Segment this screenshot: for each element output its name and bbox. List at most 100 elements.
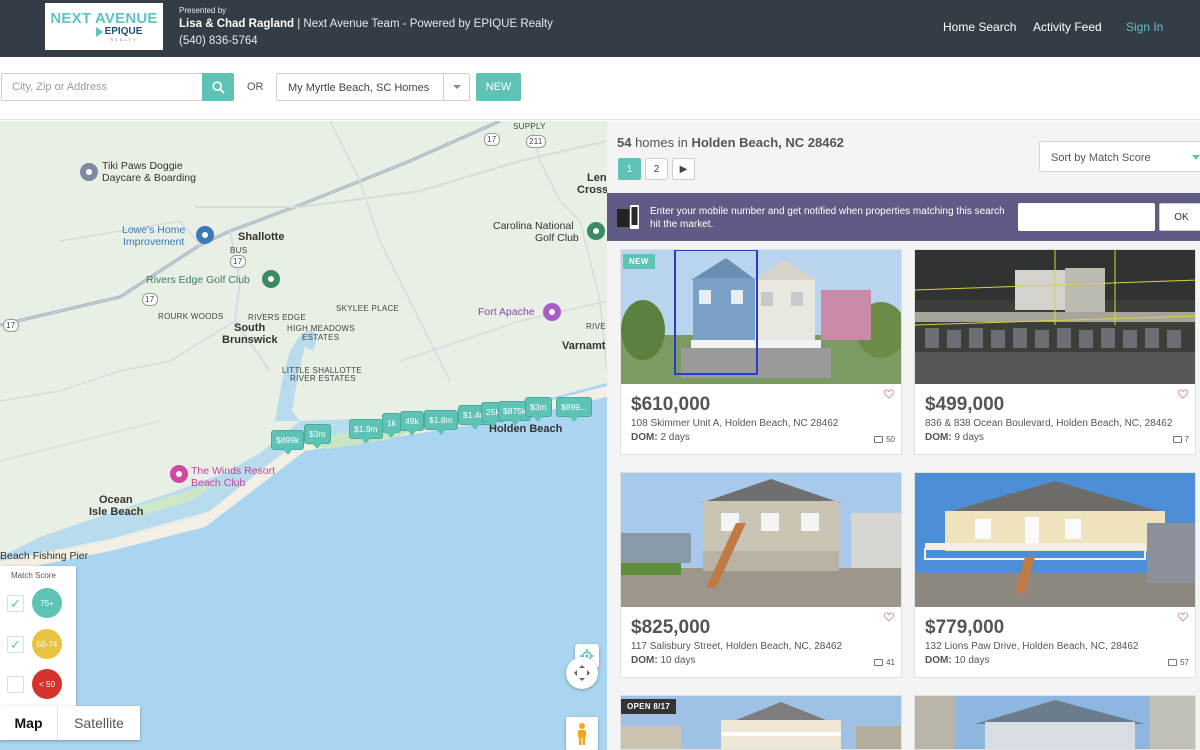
- price-pin[interactable]: 1k: [382, 413, 401, 438]
- house-photo: [915, 696, 1195, 749]
- listing-card[interactable]: [914, 695, 1196, 750]
- map-type-satellite[interactable]: Satellite: [57, 706, 140, 740]
- house-photo: [621, 473, 901, 607]
- route-shield: 17: [142, 293, 158, 306]
- listing-photo[interactable]: OPEN 8/17: [621, 696, 901, 749]
- legend-row-75[interactable]: ✓ 75+: [7, 588, 71, 618]
- sms-alert-text: Enter your mobile number and get notifie…: [650, 206, 1005, 230]
- map-label: RIVE: [586, 322, 606, 331]
- heart-icon[interactable]: [884, 389, 894, 399]
- map-label: Tiki Paws Doggie: [102, 160, 183, 172]
- nav-home-search[interactable]: Home Search: [943, 20, 1016, 34]
- pegman-icon: [578, 722, 586, 745]
- price-pin[interactable]: $899k: [271, 430, 305, 455]
- saved-search-select[interactable]: My Myrtle Beach, SC Homes: [276, 73, 470, 101]
- map[interactable]: Tiki Paws Doggie Daycare & Boarding Lowe…: [0, 121, 607, 750]
- listing-card[interactable]: NEW $610,000 108 Skimmer Unit A, Holden …: [620, 249, 902, 455]
- price-pin[interactable]: $3m: [304, 424, 331, 449]
- presented-by-label: Presented by: [179, 6, 227, 15]
- map-type-toggle: Map Satellite: [0, 706, 140, 740]
- map-label: Ocean: [99, 494, 133, 506]
- price-pin[interactable]: 49k: [400, 411, 424, 436]
- map-label: Beach Fishing Pier: [0, 550, 89, 562]
- legend-row-50[interactable]: ✓ 50-74: [7, 629, 71, 659]
- map-label: Varnamt: [562, 340, 606, 352]
- poi-pin-icon[interactable]: [80, 163, 98, 181]
- pan-control[interactable]: [566, 657, 598, 689]
- listing-card[interactable]: $825,000 117 Salisbury Street, Holden Be…: [620, 472, 902, 678]
- check-icon[interactable]: ✓: [7, 636, 24, 653]
- page-1-button[interactable]: 1: [618, 158, 641, 180]
- listing-photo[interactable]: [621, 473, 901, 607]
- agent-info: Lisa & Chad Ragland | Next Avenue Team -…: [179, 18, 553, 30]
- match-score-legend: Match Score ✓ 75+ ✓ 50-74 < 50: [0, 566, 76, 706]
- legend-badge: 75+: [32, 588, 62, 618]
- map-label: Holden Beach: [489, 423, 563, 435]
- map-label: Lowe's Home: [122, 224, 186, 236]
- results-panel: 54 homes in Holden Beach, NC 28462 1 2 ▶…: [607, 121, 1200, 750]
- house-photo: [621, 250, 901, 384]
- price-pin[interactable]: $899...: [556, 397, 592, 422]
- page-2-button[interactable]: 2: [645, 158, 668, 180]
- new-search-button[interactable]: NEW: [476, 73, 521, 101]
- search-input[interactable]: [1, 73, 202, 101]
- nav-activity-feed[interactable]: Activity Feed: [1033, 20, 1102, 34]
- listing-photo[interactable]: [915, 473, 1195, 607]
- golf-icon[interactable]: [587, 222, 605, 240]
- heart-icon[interactable]: [884, 612, 894, 622]
- price-pin[interactable]: $1.8m: [424, 410, 458, 435]
- golf-icon[interactable]: [262, 270, 280, 288]
- map-label: Isle Beach: [89, 506, 144, 518]
- map-label: Brunswick: [222, 334, 278, 346]
- listing-photo[interactable]: [915, 696, 1195, 749]
- check-icon[interactable]: ✓: [7, 595, 24, 612]
- heart-icon[interactable]: [1178, 389, 1188, 399]
- agent-phone[interactable]: (540) 836-5764: [179, 35, 258, 47]
- map-label: SUPPLY: [513, 122, 546, 131]
- photo-count: 57: [1168, 658, 1189, 667]
- map-type-map[interactable]: Map: [0, 706, 57, 740]
- price-pin[interactable]: $1.9m: [349, 419, 383, 444]
- map-label: Carolina National: [493, 220, 574, 232]
- checkbox-empty[interactable]: [7, 676, 24, 693]
- street-view-button[interactable]: [566, 717, 598, 750]
- map-label: Fort Apache: [478, 306, 535, 318]
- map-label: South: [234, 322, 266, 334]
- map-label: Cross: [577, 184, 607, 196]
- results-count: 54 homes in Holden Beach, NC 28462: [617, 135, 844, 150]
- map-label: Golf Club: [535, 232, 579, 244]
- nav-sign-in[interactable]: Sign In: [1126, 20, 1163, 34]
- listing-card[interactable]: $499,000 836 & 838 Ocean Boulevard, Hold…: [914, 249, 1196, 455]
- heart-icon[interactable]: [1178, 612, 1188, 622]
- logo-subtext: EPIQUE: [95, 26, 142, 37]
- next-page-button[interactable]: ▶: [672, 158, 695, 180]
- listing-address: 117 Salisbury Street, Holden Beach, NC, …: [631, 641, 843, 652]
- mobile-number-input[interactable]: [1018, 203, 1155, 231]
- logo[interactable]: NEXT AVENUE EPIQUE REALTY: [45, 3, 163, 50]
- photo-count: 50: [874, 435, 895, 444]
- legend-row-below-50[interactable]: < 50: [7, 669, 71, 699]
- shopping-bag-icon[interactable]: [196, 226, 214, 244]
- map-label: Rivers Edge Golf Club: [146, 274, 250, 286]
- search-button[interactable]: [202, 73, 234, 101]
- sms-alert-banner: Enter your mobile number and get notifie…: [607, 193, 1200, 241]
- route-shield: 17: [3, 319, 19, 332]
- route-shield: 211: [526, 135, 546, 148]
- listing-price: $499,000: [925, 394, 1005, 415]
- resort-icon[interactable]: [170, 465, 188, 483]
- listing-dom: DOM: 10 days: [631, 655, 696, 666]
- listing-photo[interactable]: NEW: [621, 250, 901, 384]
- map-label: Daycare & Boarding: [102, 172, 196, 184]
- map-label: Beach Club: [191, 477, 246, 489]
- price-pin[interactable]: $3m: [525, 397, 552, 422]
- photos-icon: [874, 659, 884, 666]
- map-label: SKYLEE PLACE: [336, 304, 400, 313]
- site-header: NEXT AVENUE EPIQUE REALTY Presented by L…: [0, 0, 1200, 57]
- listing-card[interactable]: OPEN 8/17: [620, 695, 902, 750]
- listing-photo[interactable]: [915, 250, 1195, 384]
- sort-select[interactable]: Sort by Match Score: [1039, 141, 1200, 172]
- landmark-icon[interactable]: [543, 303, 561, 321]
- pan-arrows-icon: [574, 665, 590, 681]
- listing-card[interactable]: $779,000 132 Lions Paw Drive, Holden Bea…: [914, 472, 1196, 678]
- sms-ok-button[interactable]: OK: [1159, 203, 1200, 231]
